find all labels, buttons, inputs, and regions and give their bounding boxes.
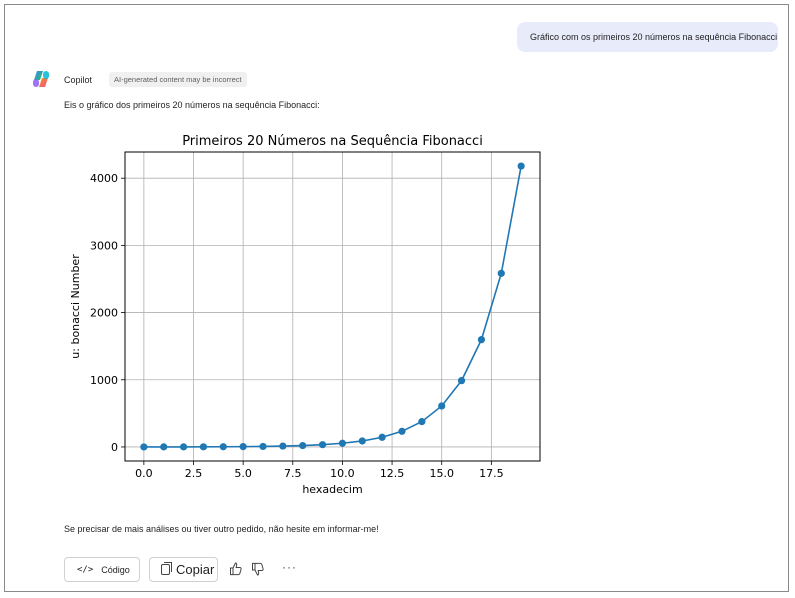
data-point <box>239 443 247 451</box>
data-point <box>318 441 327 449</box>
x-tick-label: 7.5 <box>284 467 302 480</box>
chart-title: Primeiros 20 Números na Sequência Fibona… <box>182 134 483 149</box>
data-point <box>477 336 486 344</box>
data-point <box>517 162 525 170</box>
y-tick-label: 4000 <box>90 172 118 185</box>
code-icon: </> <box>77 564 94 575</box>
x-tick-label: 12.5 <box>380 467 405 480</box>
code-button-label: Código <box>101 564 130 575</box>
assistant-outro-text: Se precisar de mais análises ou tiver ou… <box>64 524 379 534</box>
more-options-icon[interactable]: ··· <box>282 560 297 574</box>
x-tick-label: 17.5 <box>479 467 504 480</box>
data-point <box>279 442 287 450</box>
x-tick-label: 15.0 <box>429 467 454 480</box>
data-point <box>358 437 366 445</box>
assistant-name: Copilot <box>64 75 93 85</box>
y-axis-label: u: bonacci Number <box>69 254 82 359</box>
x-tick-label: 0.0 <box>135 467 153 480</box>
copilot-logo-icon <box>33 71 49 87</box>
series-layer <box>140 162 525 451</box>
data-point <box>398 427 406 435</box>
y-tick-label: 2000 <box>90 307 118 320</box>
data-point <box>338 439 347 447</box>
thumbs-down-icon[interactable] <box>251 561 265 577</box>
ai-disclaimer-badge: AI-generated content may be incorrect <box>109 72 247 87</box>
user-message-bubble: Gráfico com os primeiros 20 números na s… <box>517 22 778 52</box>
copy-button[interactable]: Copiar <box>149 557 218 582</box>
series-line <box>143 165 522 448</box>
data-point <box>160 443 168 451</box>
grid-layer <box>125 152 540 461</box>
chart-image: 0.0 2.5 5.0 7.5 10.0 12.5 15.0 17.5 0 1000 2000 300… <box>64 125 548 503</box>
data-point <box>299 441 307 450</box>
code-button[interactable]: </> Código <box>64 557 140 582</box>
x-tick-label: 5.0 <box>234 467 252 480</box>
data-point <box>259 442 267 451</box>
data-point <box>378 433 386 441</box>
thumbs-up-icon[interactable] <box>229 561 243 577</box>
axes-frame <box>124 151 541 462</box>
data-point <box>179 443 188 451</box>
data-point <box>219 443 227 451</box>
data-point <box>438 402 446 410</box>
y-tick-label: 1000 <box>90 374 118 387</box>
data-point <box>140 443 148 451</box>
x-tick-label: 2.5 <box>185 467 203 480</box>
fibonacci-line-chart: 0.0 2.5 5.0 7.5 10.0 12.5 15.0 17.5 0 1000 2000 300… <box>69 134 541 496</box>
y-tick-label: 3000 <box>90 239 118 252</box>
data-point <box>418 418 426 426</box>
copy-icon <box>161 562 172 575</box>
data-point <box>457 377 466 385</box>
data-point <box>199 443 208 451</box>
y-tick-label: 0 <box>111 441 118 454</box>
x-tick-label: 10.0 <box>330 467 355 480</box>
data-point <box>497 269 505 277</box>
copy-button-label: Copiar <box>176 562 215 577</box>
assistant-intro-text: Eis o gráfico dos primeiros 20 números n… <box>64 100 320 110</box>
x-axis-label: hexadecim <box>302 483 362 496</box>
